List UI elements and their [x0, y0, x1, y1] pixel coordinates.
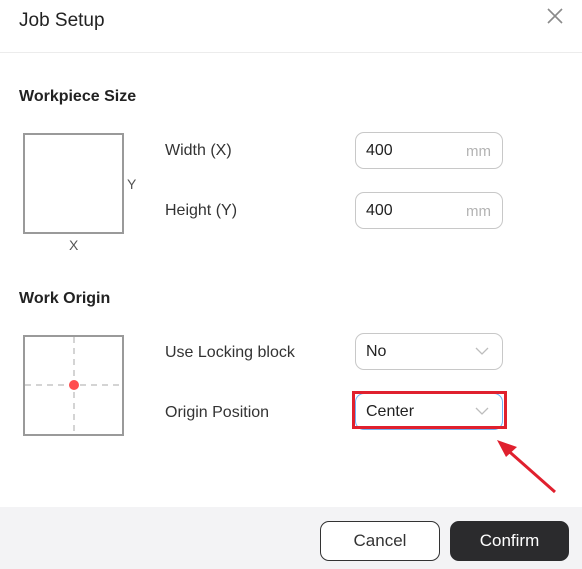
cancel-button[interactable]: Cancel	[320, 521, 440, 561]
work-origin-diagram	[23, 335, 124, 436]
chevron-down-icon	[475, 347, 489, 355]
workpiece-size-diagram	[23, 133, 124, 234]
dialog-footer: Cancel Confirm	[0, 507, 582, 569]
height-unit: mm	[466, 203, 491, 220]
locking-block-label: Use Locking block	[165, 344, 295, 361]
dialog-title: Job Setup	[19, 10, 105, 31]
width-label: Width (X)	[165, 142, 232, 159]
work-origin-heading: Work Origin	[19, 290, 111, 307]
confirm-button[interactable]: Confirm	[450, 521, 569, 561]
y-axis-label: Y	[127, 176, 137, 192]
height-value[interactable]: 400	[366, 202, 393, 220]
height-label: Height (Y)	[165, 202, 238, 219]
x-axis-label: X	[69, 237, 79, 253]
width-value[interactable]: 400	[366, 142, 393, 160]
width-input[interactable]: 400 mm	[355, 132, 503, 169]
annotation-highlight-box	[352, 391, 507, 429]
close-icon	[547, 8, 563, 24]
locking-block-value: No	[366, 343, 387, 360]
dialog-header: Job Setup	[0, 0, 582, 53]
annotation-arrow	[497, 440, 556, 494]
width-unit: mm	[466, 143, 491, 160]
close-button[interactable]	[544, 5, 566, 27]
origin-marker	[69, 380, 79, 390]
height-input[interactable]: 400 mm	[355, 192, 503, 229]
locking-block-select[interactable]: No	[355, 333, 503, 370]
origin-position-label: Origin Position	[165, 404, 270, 421]
workpiece-size-heading: Workpiece Size	[19, 88, 137, 105]
